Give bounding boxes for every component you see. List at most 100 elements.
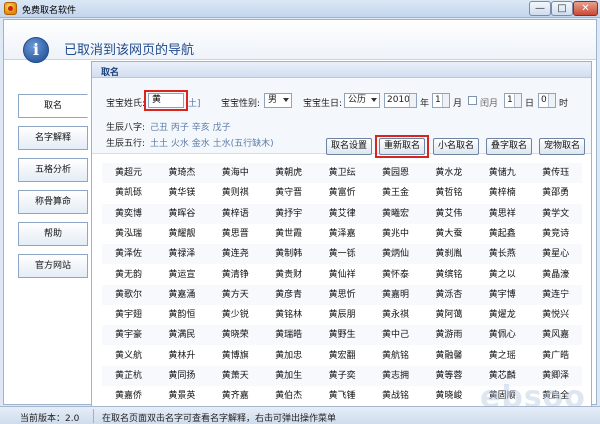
hour-spinner[interactable]: 0	[538, 93, 556, 108]
name-cell[interactable]: 黄思忻	[316, 285, 369, 305]
name-cell[interactable]: 黄炳仙	[369, 244, 422, 264]
name-cell[interactable]: 黄缤铭	[422, 265, 475, 285]
name-cell[interactable]: 黄卫纭	[316, 163, 369, 183]
minimize-button[interactable]: —	[529, 1, 551, 16]
gender-select[interactable]: 男	[264, 93, 292, 108]
name-cell[interactable]: 黄曦宏	[369, 204, 422, 224]
name-cell[interactable]: 黄储九	[476, 163, 529, 183]
name-cell[interactable]: 黄思晋	[209, 224, 262, 244]
name-cell[interactable]: 黄星心	[529, 244, 582, 264]
name-cell[interactable]: 黄竞诗	[529, 224, 582, 244]
name-cell[interactable]: 黄瑞皓	[262, 325, 315, 345]
name-cell[interactable]: 黄邵勇	[529, 183, 582, 203]
name-cell[interactable]: 黄连宁	[529, 285, 582, 305]
name-cell[interactable]: 黄林升	[155, 346, 208, 366]
close-button[interactable]: ✕	[573, 1, 598, 16]
name-cell[interactable]: 黄无韵	[102, 265, 155, 285]
name-cell[interactable]: 黄风嘉	[529, 325, 582, 345]
name-cell[interactable]: 黄守晋	[262, 183, 315, 203]
name-cell[interactable]: 黄永祺	[369, 305, 422, 325]
nickname-button[interactable]: 小名取名	[433, 138, 479, 155]
sidebar-item-official-site[interactable]: 官方网站	[18, 254, 88, 278]
name-cell[interactable]: 黄运宣	[155, 265, 208, 285]
name-cell[interactable]: 黄少锐	[209, 305, 262, 325]
name-cell[interactable]: 黄晖谷	[155, 204, 208, 224]
name-cell[interactable]: 黄艾伟	[422, 204, 475, 224]
leap-month-checkbox[interactable]	[468, 96, 477, 105]
sidebar-item-bone-fortune[interactable]: 称骨算命	[18, 190, 88, 214]
name-cell[interactable]: 黄朝虎	[262, 163, 315, 183]
name-cell[interactable]: 黄子奕	[316, 366, 369, 386]
calendar-select[interactable]: 公历	[344, 93, 380, 108]
name-cell[interactable]: 黄传珏	[529, 163, 582, 183]
name-cell[interactable]: 黄宏翻	[316, 346, 369, 366]
name-cell[interactable]: 黄芷杭	[102, 366, 155, 386]
spinner-arrows-icon[interactable]	[409, 94, 416, 107]
name-cell[interactable]: 黄海中	[209, 163, 262, 183]
name-cell[interactable]: 黄嘉侨	[102, 386, 155, 406]
name-cell[interactable]: 黄景英	[155, 386, 208, 406]
name-cell[interactable]: 黄琦杰	[155, 163, 208, 183]
name-cell[interactable]: 黄韵恒	[155, 305, 208, 325]
name-cell[interactable]: 黄宇豪	[102, 325, 155, 345]
name-cell[interactable]: 黄飞锤	[316, 386, 369, 406]
name-cell[interactable]: 黄加忠	[262, 346, 315, 366]
name-cell[interactable]: 黄耀靓	[155, 224, 208, 244]
name-cell[interactable]: 黄怀泰	[369, 265, 422, 285]
name-cell[interactable]: 黄燿龙	[476, 305, 529, 325]
name-cell[interactable]: 黄战铭	[369, 386, 422, 406]
name-cell[interactable]: 黄哲铭	[422, 183, 475, 203]
name-cell[interactable]: 黄方天	[209, 285, 262, 305]
name-cell[interactable]: 黄富忻	[316, 183, 369, 203]
month-spinner[interactable]: 1	[432, 93, 450, 108]
name-cell[interactable]: 黄加生	[262, 366, 315, 386]
name-cell[interactable]: 黄凯砾	[102, 183, 155, 203]
name-cell[interactable]: 黄华镁	[155, 183, 208, 203]
name-cell[interactable]: 黄超元	[102, 163, 155, 183]
name-cell[interactable]: 黄博旗	[209, 346, 262, 366]
spinner-arrows-icon[interactable]	[514, 94, 521, 107]
sidebar-item-wuge-analysis[interactable]: 五格分析	[18, 158, 88, 182]
name-cell[interactable]: 黄泽嘉	[316, 224, 369, 244]
name-cell[interactable]: 黄起鑫	[476, 224, 529, 244]
name-cell[interactable]: 黄一铄	[316, 244, 369, 264]
name-cell[interactable]: 黄世霞	[262, 224, 315, 244]
name-cell[interactable]: 黄长燕	[476, 244, 529, 264]
name-cell[interactable]: 黄泺杏	[422, 285, 475, 305]
name-cell[interactable]: 黄晓峻	[422, 386, 475, 406]
name-cell[interactable]: 黄刹胤	[422, 244, 475, 264]
name-cell[interactable]: 黄义航	[102, 346, 155, 366]
name-cell[interactable]: 黄兆中	[369, 224, 422, 244]
name-cell[interactable]: 黄野生	[316, 325, 369, 345]
name-cell[interactable]: 黄之瑶	[476, 346, 529, 366]
name-cell[interactable]: 黄王金	[369, 183, 422, 203]
name-cell[interactable]: 黄中己	[369, 325, 422, 345]
name-cell[interactable]: 黄宇翅	[102, 305, 155, 325]
naming-settings-button[interactable]: 取名设置	[326, 138, 372, 155]
spinner-arrows-icon[interactable]	[442, 94, 449, 107]
sidebar-item-name-explain[interactable]: 名字解释	[18, 126, 88, 150]
name-cell[interactable]: 黄彦青	[262, 285, 315, 305]
name-cell[interactable]: 黄仙祥	[316, 265, 369, 285]
name-cell[interactable]: 黄大蚕	[422, 224, 475, 244]
name-cell[interactable]: 黄则祺	[209, 183, 262, 203]
name-cell[interactable]: 黄等蓉	[422, 366, 475, 386]
maximize-button[interactable]: □	[551, 1, 573, 16]
name-cell[interactable]: 黄悦兴	[529, 305, 582, 325]
sidebar-item-help[interactable]: 帮助	[18, 222, 88, 246]
name-cell[interactable]: 黄晶濠	[529, 265, 582, 285]
year-spinner[interactable]: 2010	[384, 93, 417, 108]
name-cell[interactable]: 黄之以	[476, 265, 529, 285]
name-cell[interactable]: 黄宇博	[476, 285, 529, 305]
name-cell[interactable]: 黄阿蔼	[422, 305, 475, 325]
name-cell[interactable]: 黄齐嘉	[209, 386, 262, 406]
name-cell[interactable]: 黄梓楠	[476, 183, 529, 203]
name-cell[interactable]: 黄满民	[155, 325, 208, 345]
name-cell[interactable]: 黄思祥	[476, 204, 529, 224]
name-cell[interactable]: 黄佩心	[476, 325, 529, 345]
name-cell[interactable]: 黄铭林	[262, 305, 315, 325]
name-cell[interactable]: 黄歌尔	[102, 285, 155, 305]
name-cell[interactable]: 黄贵财	[262, 265, 315, 285]
name-cell[interactable]: 黄泽佐	[102, 244, 155, 264]
name-cell[interactable]: 黄游雨	[422, 325, 475, 345]
